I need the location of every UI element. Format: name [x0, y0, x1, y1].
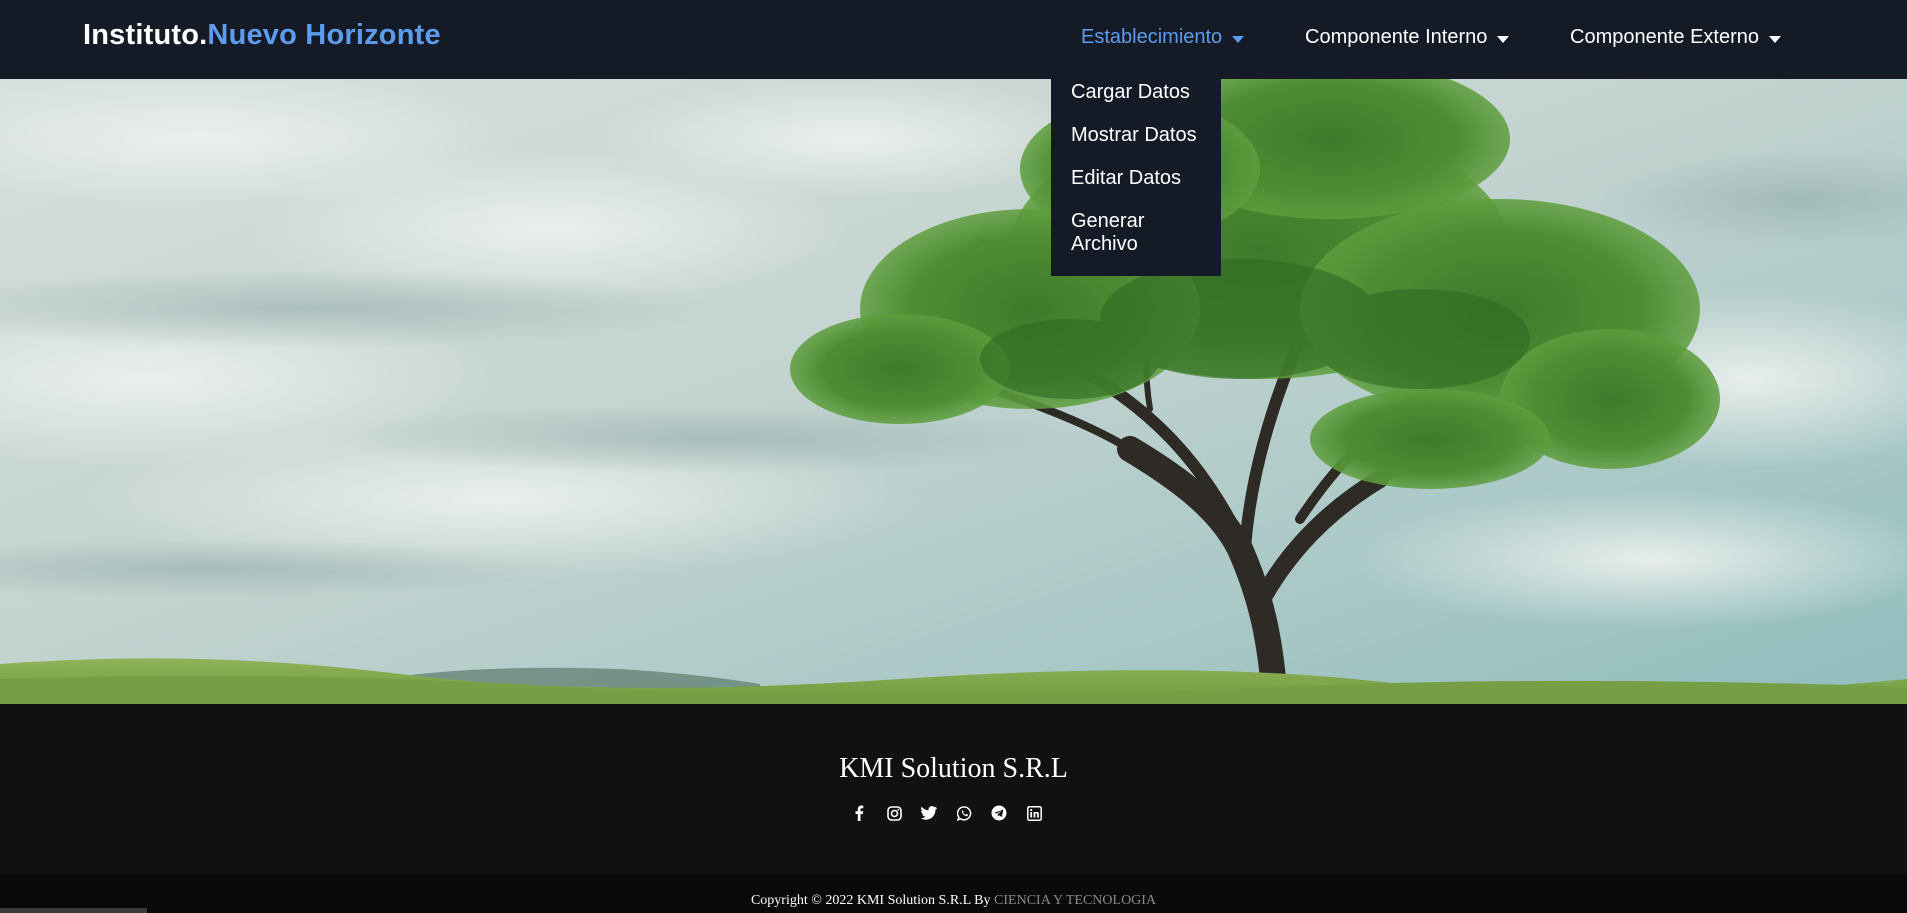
- copyright-bar: Copyright © 2022 KMI Solution S.R.L By C…: [0, 874, 1907, 913]
- menu-item-generar-archivo[interactable]: Generar Archivo: [1071, 210, 1211, 256]
- whatsapp-icon[interactable]: [956, 805, 972, 821]
- social-links: [851, 805, 1042, 821]
- footer-company-name: KMI Solution S.R.L: [839, 753, 1068, 784]
- twitter-icon[interactable]: [921, 805, 937, 821]
- facebook-icon[interactable]: [851, 805, 867, 821]
- nav-componente-externo[interactable]: Componente Externo: [1570, 26, 1782, 49]
- instagram-icon[interactable]: [886, 805, 902, 821]
- nav-establecimiento[interactable]: Establecimiento: [1081, 26, 1245, 49]
- footer: KMI Solution S.R.L: [0, 704, 1907, 874]
- menu-item-cargar-datos[interactable]: Cargar Datos: [1071, 81, 1211, 104]
- brand-logo[interactable]: Instituto.Nuevo Horizonte: [83, 19, 441, 52]
- caret-down-icon: [1232, 35, 1245, 43]
- establecimiento-dropdown-menu: Cargar Datos Mostrar Datos Editar Datos …: [1051, 79, 1221, 276]
- menu-item-editar-datos[interactable]: Editar Datos: [1071, 167, 1211, 190]
- hero-image: [0, 79, 1907, 704]
- copyright-text: Copyright © 2022 KMI Solution S.R.L By C…: [0, 893, 1907, 909]
- nav-label: Componente Externo: [1570, 26, 1760, 48]
- caret-down-icon: [1497, 35, 1510, 43]
- copyright-link[interactable]: CIENCIA Y TECNOLOGIA: [994, 893, 1156, 908]
- telegram-icon[interactable]: [991, 805, 1007, 821]
- caret-down-icon: [1769, 35, 1782, 43]
- brand-text-accent: Nuevo Horizonte: [207, 19, 441, 51]
- brand-text-primary: Instituto.: [83, 19, 208, 51]
- nav-label: Establecimiento: [1081, 26, 1223, 48]
- horizontal-scrollbar[interactable]: [0, 908, 147, 913]
- navbar: Instituto.Nuevo Horizonte Establecimient…: [0, 0, 1907, 79]
- nav-componente-interno[interactable]: Componente Interno: [1305, 26, 1510, 49]
- nav-label: Componente Interno: [1305, 26, 1488, 48]
- menu-item-mostrar-datos[interactable]: Mostrar Datos: [1071, 124, 1211, 147]
- linkedin-icon[interactable]: [1026, 805, 1042, 821]
- copyright-prefix: Copyright © 2022 KMI Solution S.R.L By: [750, 893, 991, 908]
